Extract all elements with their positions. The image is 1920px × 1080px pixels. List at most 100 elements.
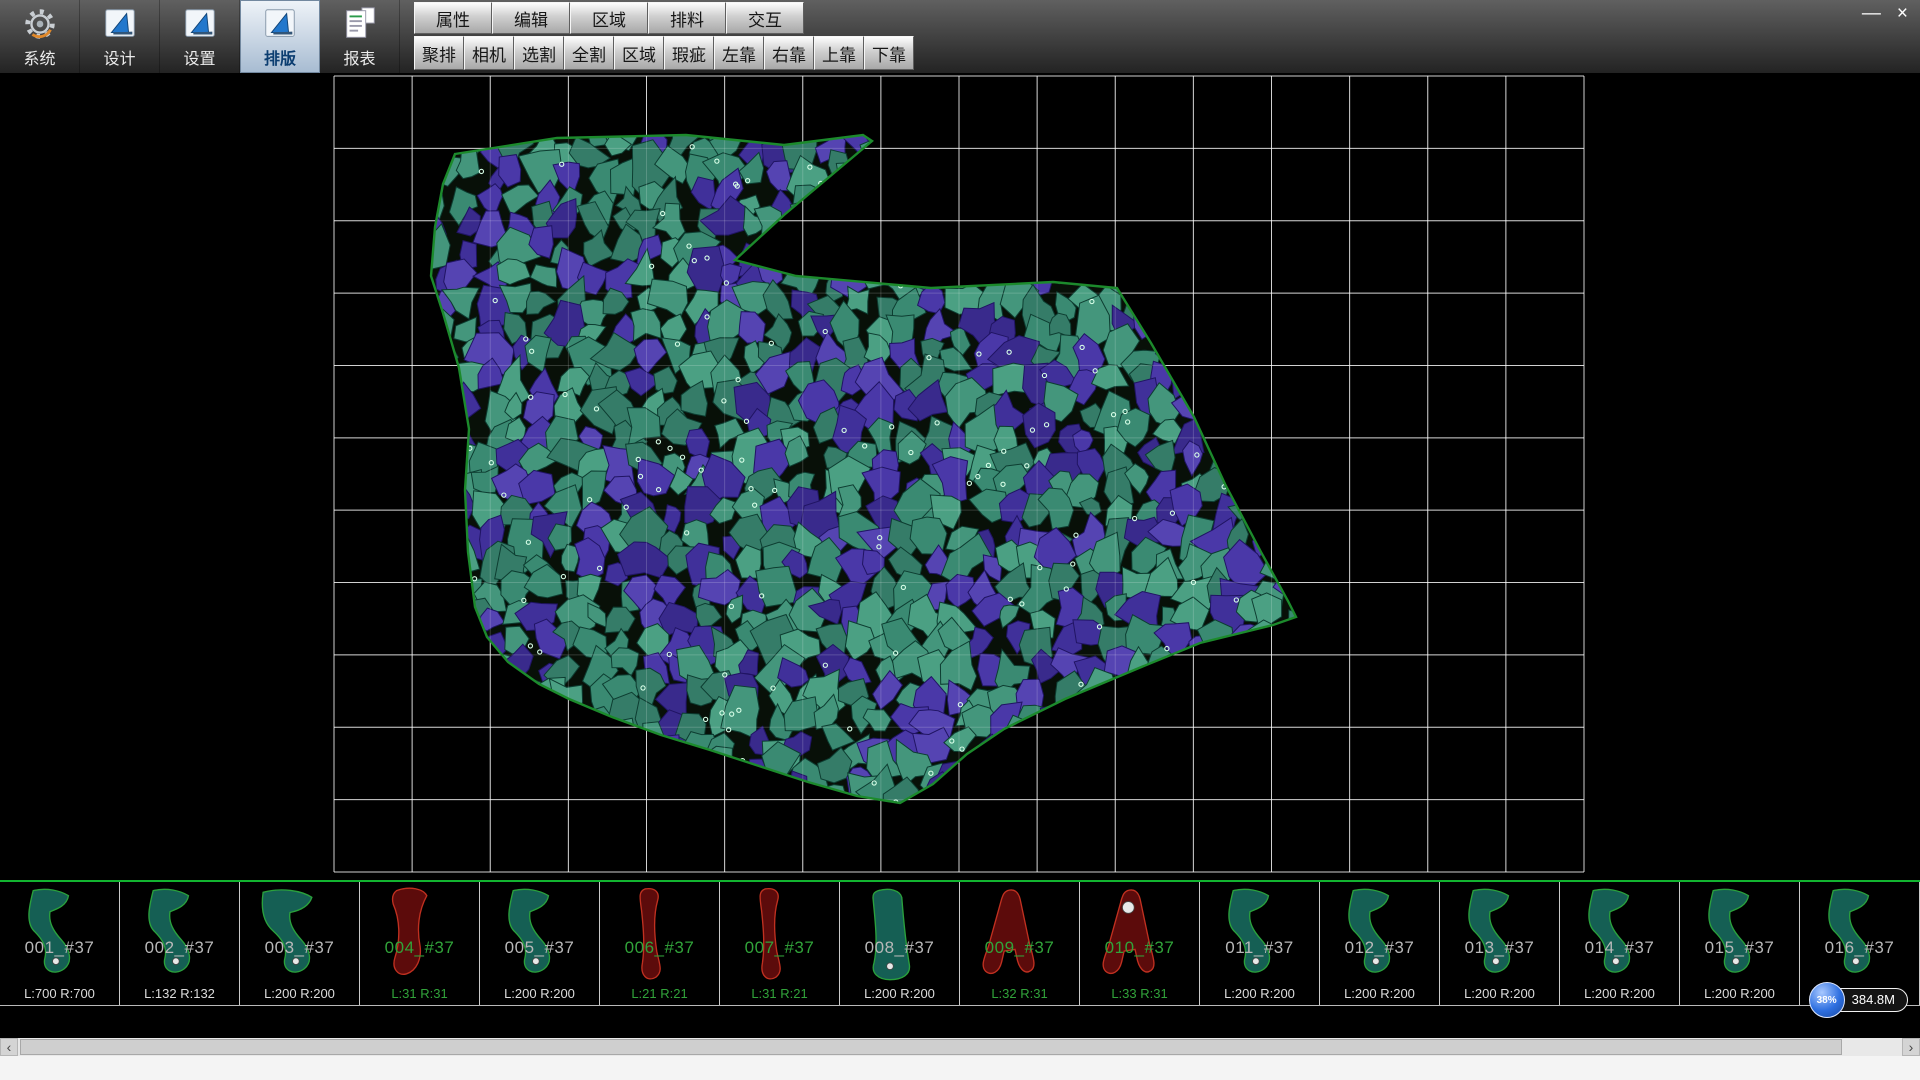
piece-shape	[968, 884, 1052, 988]
nesting-canvas[interactable]	[0, 74, 1920, 880]
toolbar-button-layout[interactable]: 排版	[240, 0, 320, 73]
piece-shape	[1208, 884, 1292, 988]
piece-thumbnail-004_#37[interactable]: 004_#37L:31 R:31	[360, 882, 480, 1005]
piece-thumbnail-010_#37[interactable]: 010_#37 L:33 R:31	[1080, 882, 1200, 1005]
horizontal-scrollbar[interactable]: ‹ ›	[0, 1038, 1920, 1056]
piece-id-label: 003_#37	[240, 938, 359, 958]
menu-tab-properties[interactable]: 属性	[414, 2, 492, 34]
toolbar-button-system[interactable]: 系统	[0, 0, 80, 73]
piece-id-label: 001_#37	[0, 938, 119, 958]
piece-id-label: 013_#37	[1440, 938, 1559, 958]
piece-id-label: 011_#37	[1200, 938, 1319, 958]
layout-icon	[261, 5, 299, 43]
piece-lr-label: L:33 R:31	[1080, 986, 1199, 1001]
piece-thumbnail-001_#37[interactable]: 001_#37 L:700 R:700	[0, 882, 120, 1005]
minimize-button[interactable]: —	[1862, 4, 1881, 23]
piece-shape	[128, 884, 212, 988]
bottom-band	[0, 1056, 1920, 1080]
progress-circle: 38%	[1809, 982, 1845, 1018]
toolbar-button-label: 设置	[183, 45, 215, 69]
main-toolbar: 系统设计 设置 排版报表	[0, 0, 400, 73]
menu-cluster: 属性编辑区域排料交互 聚排相机选割全割区域瑕疵左靠右靠上靠下靠	[414, 0, 914, 73]
piece-shape	[8, 884, 92, 988]
piece-thumbnail-005_#37[interactable]: 005_#37 L:200 R:200	[480, 882, 600, 1005]
piece-lr-label: L:200 R:200	[1560, 986, 1679, 1001]
piece-thumbnail-002_#37[interactable]: 002_#37L:132 R:132	[120, 882, 240, 1005]
toolbar-button-design[interactable]: 设计	[80, 0, 160, 73]
thumbnail-cells: 001_#37 L:700 R:700002_#37L:132 R:132003_…	[0, 882, 1920, 1005]
report-icon	[341, 5, 379, 43]
piece-thumbnail-006_#37[interactable]: 006_#37L:21 R:21	[600, 882, 720, 1005]
toolbar-button-settings[interactable]: 设置	[160, 0, 240, 73]
piece-thumbnail-011_#37[interactable]: 011_#37 L:200 R:200	[1200, 882, 1320, 1005]
window-controls: — ×	[1862, 4, 1908, 23]
tool-button-align-bottom[interactable]: 下靠	[864, 36, 914, 70]
piece-lr-label: L:700 R:700	[0, 986, 119, 1001]
piece-thumbnail-008_#37[interactable]: 008_#37L:200 R:200	[840, 882, 960, 1005]
piece-id-label: 006_#37	[600, 938, 719, 958]
piece-lr-label: L:200 R:200	[1680, 986, 1799, 1001]
piece-thumbnail-003_#37[interactable]: 003_#37 L:200 R:200	[240, 882, 360, 1005]
piece-shape	[248, 884, 332, 988]
piece-shape	[1688, 884, 1772, 988]
tool-button-align-top[interactable]: 上靠	[814, 36, 864, 70]
piece-thumbnail-014_#37[interactable]: 014_#37L:200 R:200	[1560, 882, 1680, 1005]
tool-button-camera[interactable]: 相机	[464, 36, 514, 70]
memory-usage-indicator: 38% 384.8M	[1809, 982, 1908, 1018]
piece-shape	[1088, 884, 1172, 988]
menu-tab-row: 属性编辑区域排料交互	[414, 2, 914, 34]
toolbar-button-report[interactable]: 报表	[320, 0, 400, 73]
scrollbar-track[interactable]	[18, 1038, 1902, 1056]
tool-button-region[interactable]: 区域	[614, 36, 664, 70]
menu-tab-nesting[interactable]: 排料	[648, 2, 726, 34]
close-button[interactable]: ×	[1897, 4, 1908, 23]
piece-shape	[1568, 884, 1652, 988]
bottom-gap	[0, 1006, 1920, 1038]
piece-id-label: 009_#37	[960, 938, 1079, 958]
piece-thumbnail-012_#37[interactable]: 012_#37 L:200 R:200	[1320, 882, 1440, 1005]
piece-shape	[1328, 884, 1412, 988]
piece-lr-label: L:200 R:200	[1320, 986, 1439, 1001]
gear-icon	[21, 5, 59, 43]
tool-button-align-left[interactable]: 左靠	[714, 36, 764, 70]
piece-thumbnail-009_#37[interactable]: 009_#37 L:32 R:31	[960, 882, 1080, 1005]
piece-id-label: 007_#37	[720, 938, 839, 958]
piece-id-label: 004_#37	[360, 938, 479, 958]
tool-button-select-cut[interactable]: 选割	[514, 36, 564, 70]
piece-id-label: 008_#37	[840, 938, 959, 958]
piece-id-label: 012_#37	[1320, 938, 1439, 958]
piece-lr-label: L:200 R:200	[1200, 986, 1319, 1001]
toolbar-button-label: 设计	[103, 45, 135, 69]
settings-icon	[181, 5, 219, 43]
menu-tab-edit[interactable]: 编辑	[492, 2, 570, 34]
scroll-left-arrow[interactable]: ‹	[0, 1038, 18, 1056]
piece-id-label: 005_#37	[480, 938, 599, 958]
piece-shape	[608, 884, 692, 988]
menu-tab-interact[interactable]: 交互	[726, 2, 804, 34]
piece-id-label: 010_#37	[1080, 938, 1199, 958]
canvas-drawing	[0, 74, 1920, 880]
toolbar-button-label: 报表	[343, 45, 375, 69]
ribbon: 系统设计设置排版报表 属性编辑区域排料交互 聚排相机选割全割区域瑕疵左靠右靠上靠…	[0, 0, 1920, 74]
piece-thumbnail-015_#37[interactable]: 015_#37L:200 R:200	[1680, 882, 1800, 1005]
tool-button-cluster-nest[interactable]: 聚排	[414, 36, 464, 70]
scrollbar-thumb[interactable]	[20, 1039, 1842, 1055]
piece-thumbnail-013_#37[interactable]: 013_#37 L:200 R:200	[1440, 882, 1560, 1005]
scroll-right-arrow[interactable]: ›	[1902, 1038, 1920, 1056]
piece-lr-label: L:132 R:132	[120, 986, 239, 1001]
menu-tab-region[interactable]: 区域	[570, 2, 648, 34]
piece-lr-label: L:200 R:200	[240, 986, 359, 1001]
piece-lr-label: L:32 R:31	[960, 986, 1079, 1001]
piece-lr-label: L:200 R:200	[1440, 986, 1559, 1001]
tool-button-cut-all[interactable]: 全割	[564, 36, 614, 70]
piece-thumbnail-007_#37[interactable]: 007_#37L:31 R:21	[720, 882, 840, 1005]
piece-thumbnail-strip: 001_#37 L:700 R:700002_#37L:132 R:132003_…	[0, 880, 1920, 1006]
tool-button-row: 聚排相机选割全割区域瑕疵左靠右靠上靠下靠	[414, 36, 914, 70]
piece-shape	[728, 884, 812, 988]
piece-shape	[1808, 884, 1892, 988]
design-icon	[101, 5, 139, 43]
tool-button-align-right[interactable]: 右靠	[764, 36, 814, 70]
piece-lr-label: L:200 R:200	[480, 986, 599, 1001]
piece-shape	[368, 884, 452, 988]
tool-button-defect[interactable]: 瑕疵	[664, 36, 714, 70]
